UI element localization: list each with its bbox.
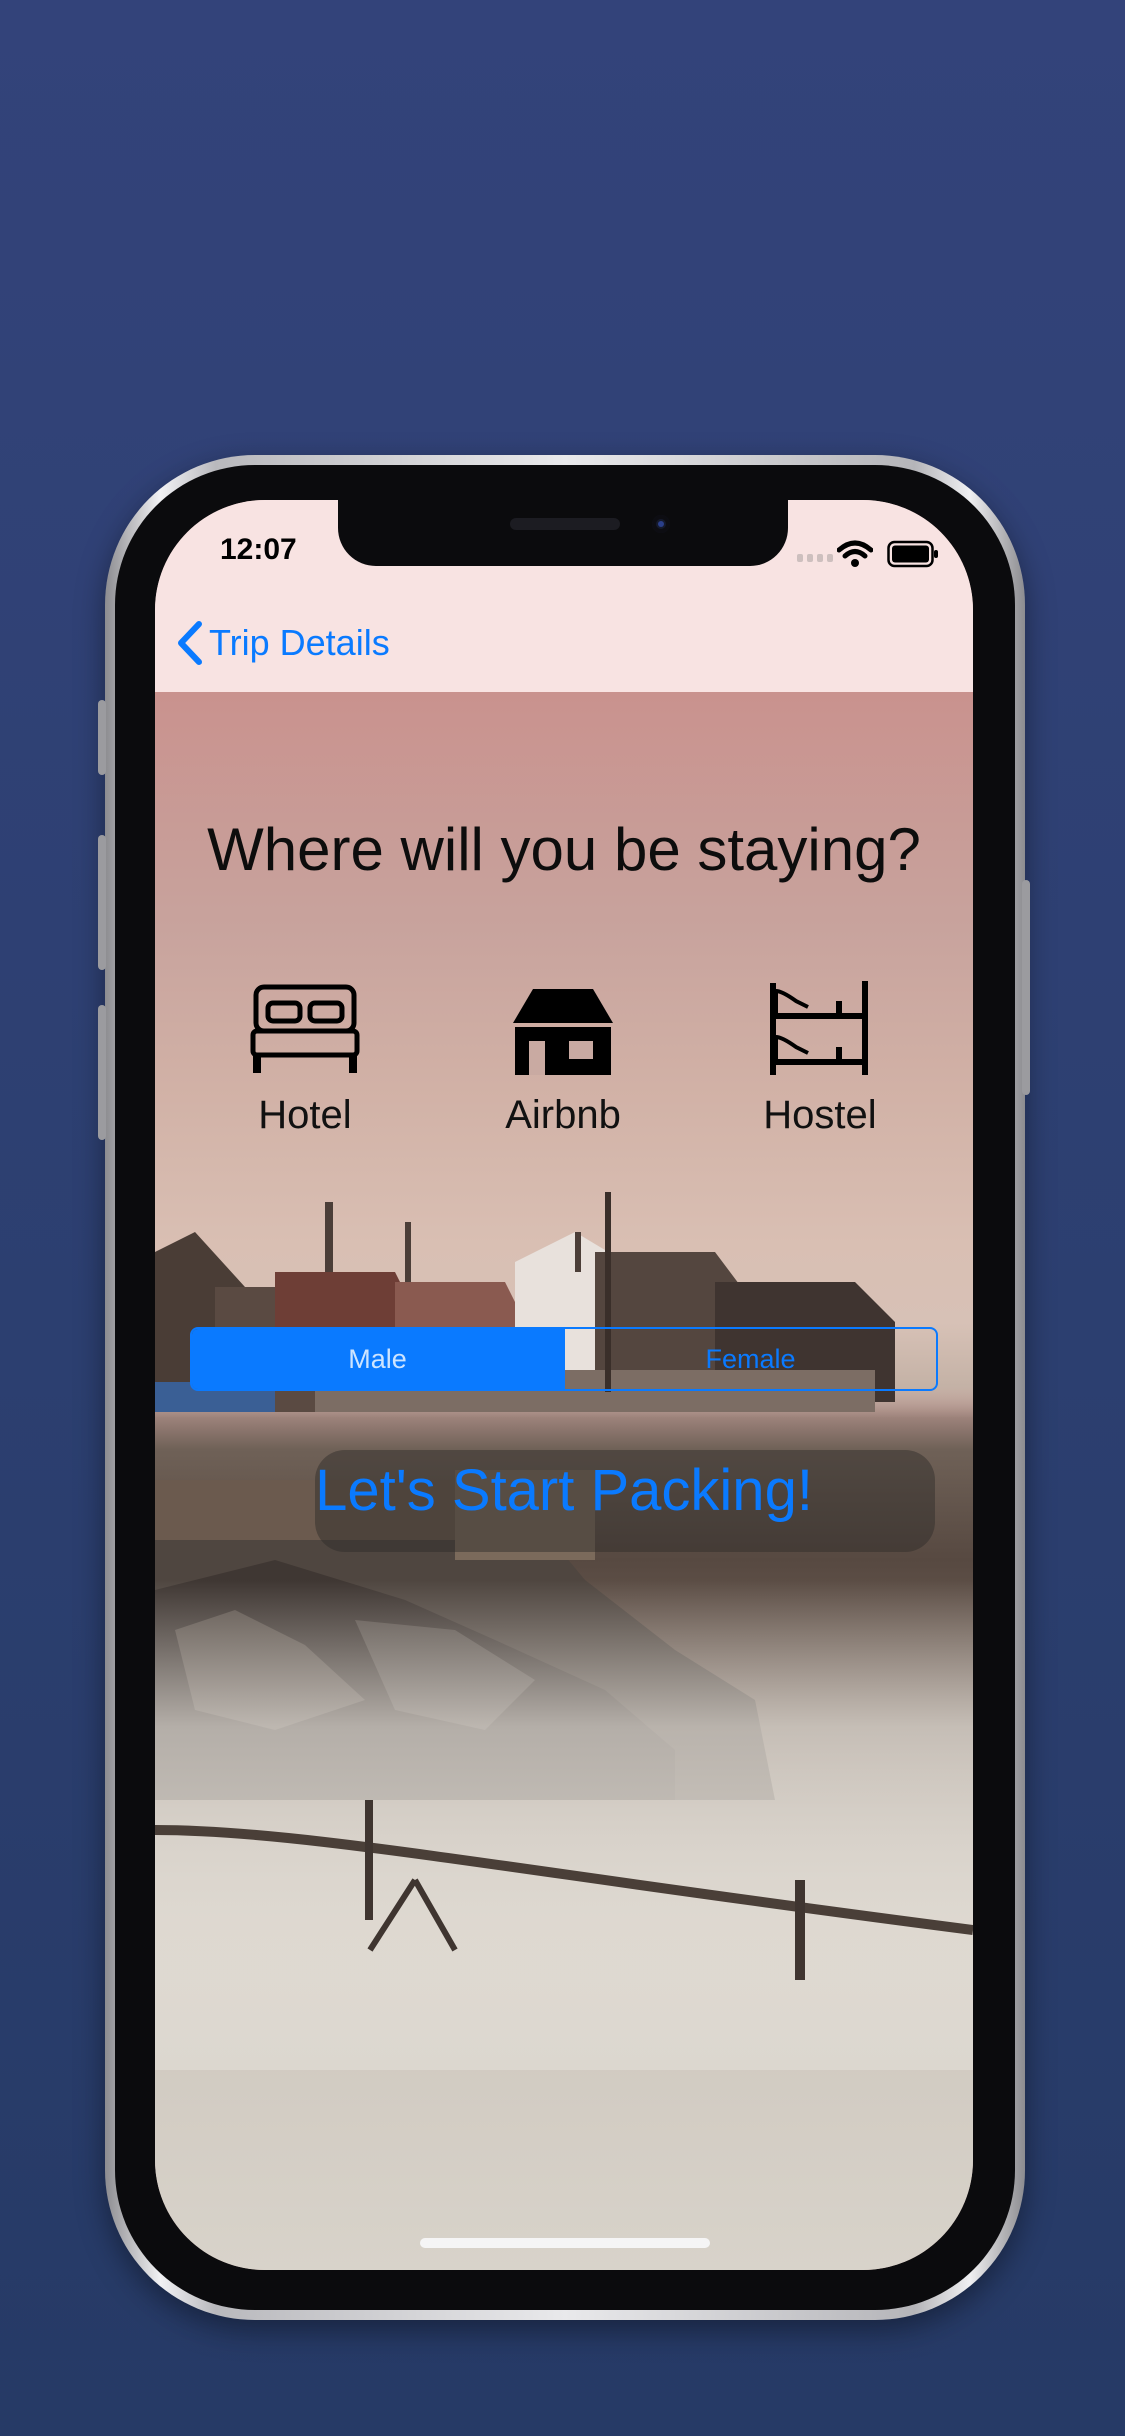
volume-down-button [98, 1005, 106, 1140]
bed-icon [250, 984, 360, 1073]
option-hostel[interactable]: Hostel [720, 965, 920, 1138]
wifi-icon [837, 540, 873, 567]
status-time: 12:07 [220, 533, 297, 566]
option-label: Hotel [258, 1093, 352, 1137]
cellular-signal-icon [797, 554, 833, 562]
gender-segmented-control[interactable]: Male Female [190, 1327, 938, 1391]
segment-male[interactable]: Male [192, 1329, 563, 1389]
power-button [1022, 880, 1030, 1095]
option-label: Hostel [763, 1093, 877, 1137]
speaker-grille [510, 518, 620, 530]
bunk-bed-icon [770, 981, 868, 1075]
volume-up-button [98, 835, 106, 970]
start-packing-button[interactable]: Let's Start Packing! [155, 1457, 973, 1524]
front-camera [652, 515, 670, 533]
chevron-left-icon [178, 621, 202, 665]
option-hotel[interactable]: Hotel [205, 965, 405, 1138]
back-button[interactable]: Trip Details [175, 620, 390, 666]
app-screen: 12:07 Trip Details Where will you be sta… [155, 500, 973, 2270]
notch [338, 500, 788, 566]
back-button-label: Trip Details [209, 622, 390, 663]
home-indicator[interactable] [420, 2238, 710, 2248]
option-airbnb[interactable]: Airbnb [463, 965, 663, 1138]
page-title: Where will you be staying? [207, 816, 921, 883]
option-label: Airbnb [505, 1093, 621, 1137]
battery-icon [887, 540, 938, 568]
segment-female[interactable]: Female [563, 1329, 936, 1389]
mute-switch [98, 700, 106, 775]
house-icon [513, 989, 613, 1075]
fence-silhouette [155, 1800, 973, 1980]
